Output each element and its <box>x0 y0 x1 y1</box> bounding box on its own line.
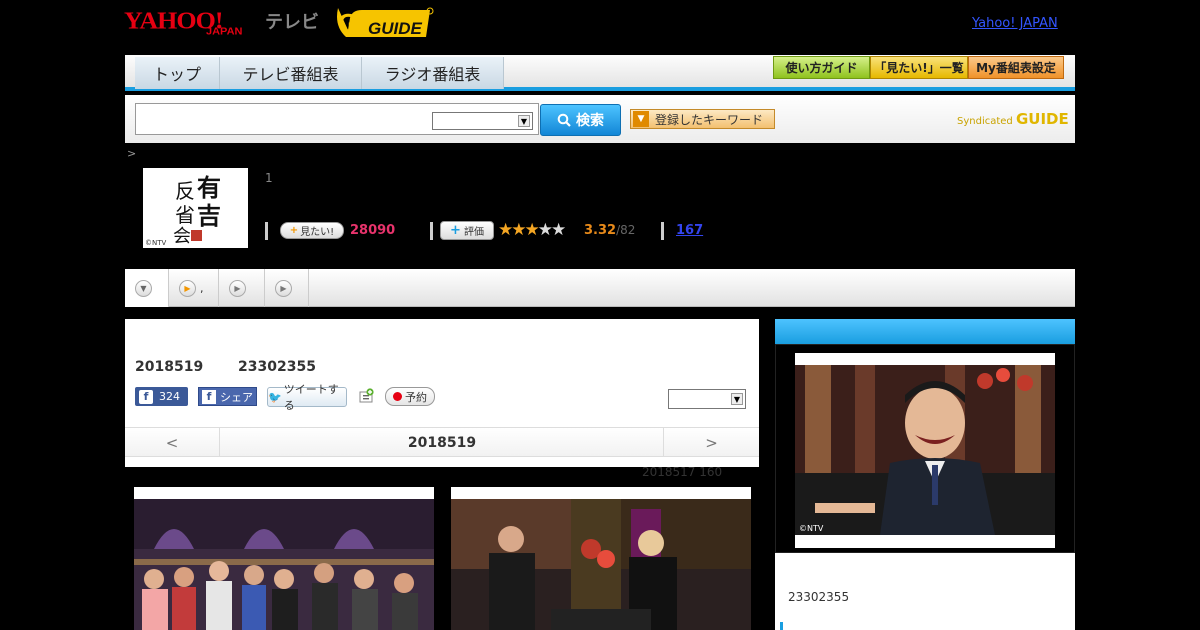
play-icon: ▶ <box>275 279 292 297</box>
date-navigation: < 2018519 > <box>125 427 759 457</box>
tweet-label: ツイートする <box>283 383 339 412</box>
chevron-down-icon: ▼ <box>731 393 743 405</box>
facebook-like-count: 324 <box>159 390 180 403</box>
divider <box>430 222 433 240</box>
rate-button[interactable]: + 評価 <box>440 221 494 240</box>
program-tabs: ▼ ▶ , ▶ ▶ <box>125 269 1075 307</box>
divider <box>780 622 783 630</box>
nav-tab-top[interactable]: トップ <box>135 57 220 89</box>
star-icon: ★ <box>524 220 540 240</box>
reserve-button[interactable]: 予約 <box>385 387 435 406</box>
current-date: 2018519 <box>407 434 477 451</box>
program-logo-image[interactable]: 有 吉 反 省 会 ©NTV <box>143 168 248 248</box>
svg-text:©NTV: ©NTV <box>799 524 824 533</box>
air-date: 2018519 <box>135 359 204 375</box>
air-time: 23302355 <box>238 359 316 375</box>
facebook-share-button[interactable]: f シェア <box>198 387 257 406</box>
triangle-down-icon: ▼ <box>633 111 649 127</box>
share-label: シェア <box>220 390 253 404</box>
svg-text:G: G <box>338 8 358 38</box>
guide-button[interactable]: 使い方ガイド <box>773 56 870 79</box>
search-bar: ▼ 検索 ▼ 登録したキーワード Syndicated GUIDE <box>125 95 1075 143</box>
reminder-select[interactable]: ▼ <box>668 389 746 409</box>
star-icon: ★ <box>551 220 566 240</box>
review-count-link[interactable]: 167 <box>676 223 703 238</box>
svg-text:会: 会 <box>173 226 191 247</box>
search-category-select[interactable]: ▼ <box>432 112 533 130</box>
chevron-down-icon: ▼ <box>518 115 530 127</box>
rating-stars: ★★★★★ <box>498 220 566 240</box>
svg-text:有: 有 <box>197 173 221 202</box>
broadcast-info-card: 2018519 23302355 f 324 f シェア 🐦 ツイートする 予約… <box>125 319 759 467</box>
tab-broadcast[interactable]: ▶ , <box>169 269 219 307</box>
search-button-label: 検索 <box>576 113 604 129</box>
breadcrumb[interactable]: > <box>127 147 136 160</box>
play-icon: ▶ <box>229 279 246 297</box>
rating-score: 3.32 <box>584 223 617 238</box>
my-schedule-button[interactable]: My番組表設定 <box>968 56 1064 79</box>
next-date-button[interactable]: > <box>663 428 759 457</box>
search-icon <box>557 113 571 127</box>
yahoo-logo[interactable]: YAHOO! JAPAN <box>124 7 242 37</box>
mitai-button-label: 見たい! <box>300 227 335 238</box>
facebook-like-button[interactable]: f 324 <box>135 387 188 406</box>
update-info: 2018517 160 <box>642 465 723 479</box>
sidebar-info: 23302355 <box>775 553 1075 630</box>
prev-date-button[interactable]: < <box>125 428 220 457</box>
facebook-icon: f <box>202 389 216 404</box>
plus-icon: + <box>450 223 461 238</box>
main-nav: トップ テレビ番組表 ラジオ番組表 使い方ガイド 「見たい!」一覧 My番組表設… <box>125 55 1075 91</box>
star-icon: ★ <box>498 220 513 240</box>
tv-label[interactable]: テレビ <box>265 8 319 34</box>
rating-count: /82 <box>616 223 636 237</box>
featured-image[interactable]: ©NTV <box>795 353 1055 548</box>
record-icon <box>393 392 402 401</box>
svg-text:反: 反 <box>175 179 195 203</box>
mitai-button[interactable]: + 見たい! <box>280 222 344 239</box>
saved-keyword-label: 登録したキーワード <box>655 112 764 127</box>
search-button[interactable]: 検索 <box>540 104 621 136</box>
tab-cast[interactable]: ▶ <box>219 269 265 307</box>
mitai-list-button[interactable]: 「見たい!」一覧 <box>870 56 968 79</box>
episode-thumbnail[interactable] <box>134 487 434 630</box>
chevron-down-icon: ▼ <box>135 279 152 297</box>
episode-number: 1 <box>265 171 273 185</box>
sidebar-air-time: 23302355 <box>788 590 850 604</box>
rating-value: 3.32/82 <box>584 223 635 238</box>
play-icon: ▶ <box>179 279 196 297</box>
star-icon: ★ <box>511 220 526 240</box>
syndicated-label: Syndicated <box>957 116 1013 127</box>
tweet-button[interactable]: 🐦 ツイートする <box>267 383 347 412</box>
page: YAHOO! JAPAN テレビ GUIDE G Yahoo! JAPAN トッ… <box>0 0 1200 630</box>
gguide-logo[interactable]: GUIDE G <box>334 6 434 40</box>
svg-text:©NTV: ©NTV <box>145 239 167 247</box>
sidebar-header <box>775 319 1075 344</box>
twitter-icon: 🐦 <box>268 390 282 404</box>
syndicated-logo: Syndicated GUIDE <box>957 110 1069 128</box>
plus-icon: + <box>289 225 299 236</box>
svg-text:GUIDE: GUIDE <box>368 19 423 38</box>
star-icon: ★ <box>537 220 553 240</box>
yahoo-logo-sub: JAPAN <box>206 25 243 38</box>
add-to-list-icon[interactable] <box>358 388 374 404</box>
tab-label: , <box>200 281 204 295</box>
yahoo-japan-link[interactable]: Yahoo! JAPAN <box>972 16 1058 31</box>
svg-text:吉: 吉 <box>197 201 221 230</box>
nav-tab-tv-schedule[interactable]: テレビ番組表 <box>220 57 362 89</box>
facebook-icon: f <box>139 389 153 404</box>
divider <box>661 222 664 240</box>
episode-thumbnail[interactable] <box>451 487 751 630</box>
syndicated-gguide-logo: GUIDE <box>1015 110 1069 128</box>
mitai-count: 28090 <box>350 223 396 238</box>
rate-button-label: 評価 <box>463 227 484 238</box>
reserve-label: 予約 <box>405 390 427 404</box>
nav-tab-radio-schedule[interactable]: ラジオ番組表 <box>362 57 504 89</box>
saved-keyword-button[interactable]: ▼ 登録したキーワード <box>630 109 775 129</box>
tab-reviews[interactable]: ▶ <box>265 269 309 307</box>
svg-text:省: 省 <box>175 203 195 227</box>
divider <box>265 222 268 240</box>
tab-overview[interactable]: ▼ <box>125 269 169 307</box>
